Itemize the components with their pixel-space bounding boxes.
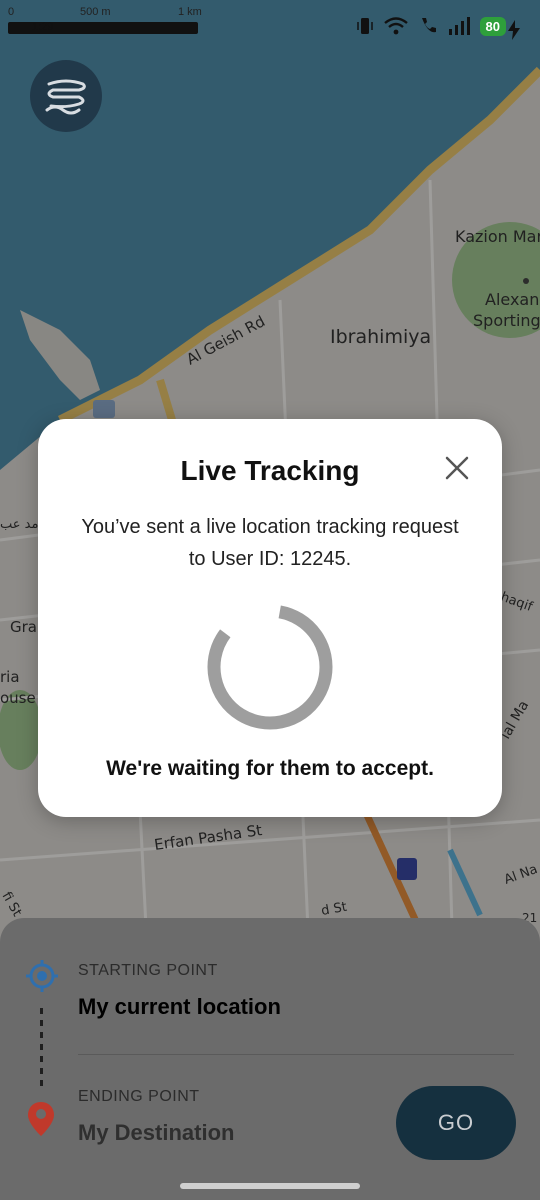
close-icon[interactable] (444, 455, 470, 481)
dialog-waiting-text: We're waiting for them to accept. (106, 757, 434, 780)
ending-point-label: ENDING POINT (78, 1088, 200, 1105)
status-icons: 80 (356, 16, 506, 36)
starting-point-label: STARTING POINT (78, 962, 218, 979)
app-logo-icon (45, 79, 86, 115)
dialog-title: Live Tracking (180, 455, 360, 486)
route-sheet: STARTING POINT My current location ENDIN… (0, 918, 540, 1200)
vibrate-icon (356, 18, 373, 34)
map-scale-1km: 1 km (178, 6, 202, 18)
call-icon (421, 18, 436, 33)
dialog-message: You’ve sent a live location tracking req… (81, 516, 459, 570)
route-divider (78, 1054, 514, 1055)
starting-point-value[interactable]: My current location (78, 994, 281, 1020)
go-button[interactable]: GO (396, 1086, 516, 1160)
live-tracking-dialog: Live Tracking You’ve sent a live locatio… (38, 419, 502, 817)
location-pin-icon (28, 1102, 54, 1136)
status-time-redacted: 1:29 (8, 21, 198, 34)
charging-icon (508, 20, 520, 40)
map-scale-500m: 500 m (80, 6, 111, 18)
map-scale-zero: 0 (8, 6, 15, 18)
status-bar: 0 500 m 1 km 1:29 80 (0, 0, 540, 50)
signal-icon (448, 17, 470, 35)
battery-level-badge: 80 (479, 16, 506, 36)
crosshair-icon (26, 960, 58, 992)
ending-point-input[interactable]: My Destination (78, 1120, 234, 1146)
wifi-icon (383, 17, 408, 35)
app-logo[interactable] (30, 60, 102, 132)
status-time: 1:29 (32, 21, 54, 33)
home-indicator[interactable] (180, 1183, 360, 1189)
loading-spinner-icon (207, 604, 333, 730)
route-connector (40, 1008, 43, 1088)
